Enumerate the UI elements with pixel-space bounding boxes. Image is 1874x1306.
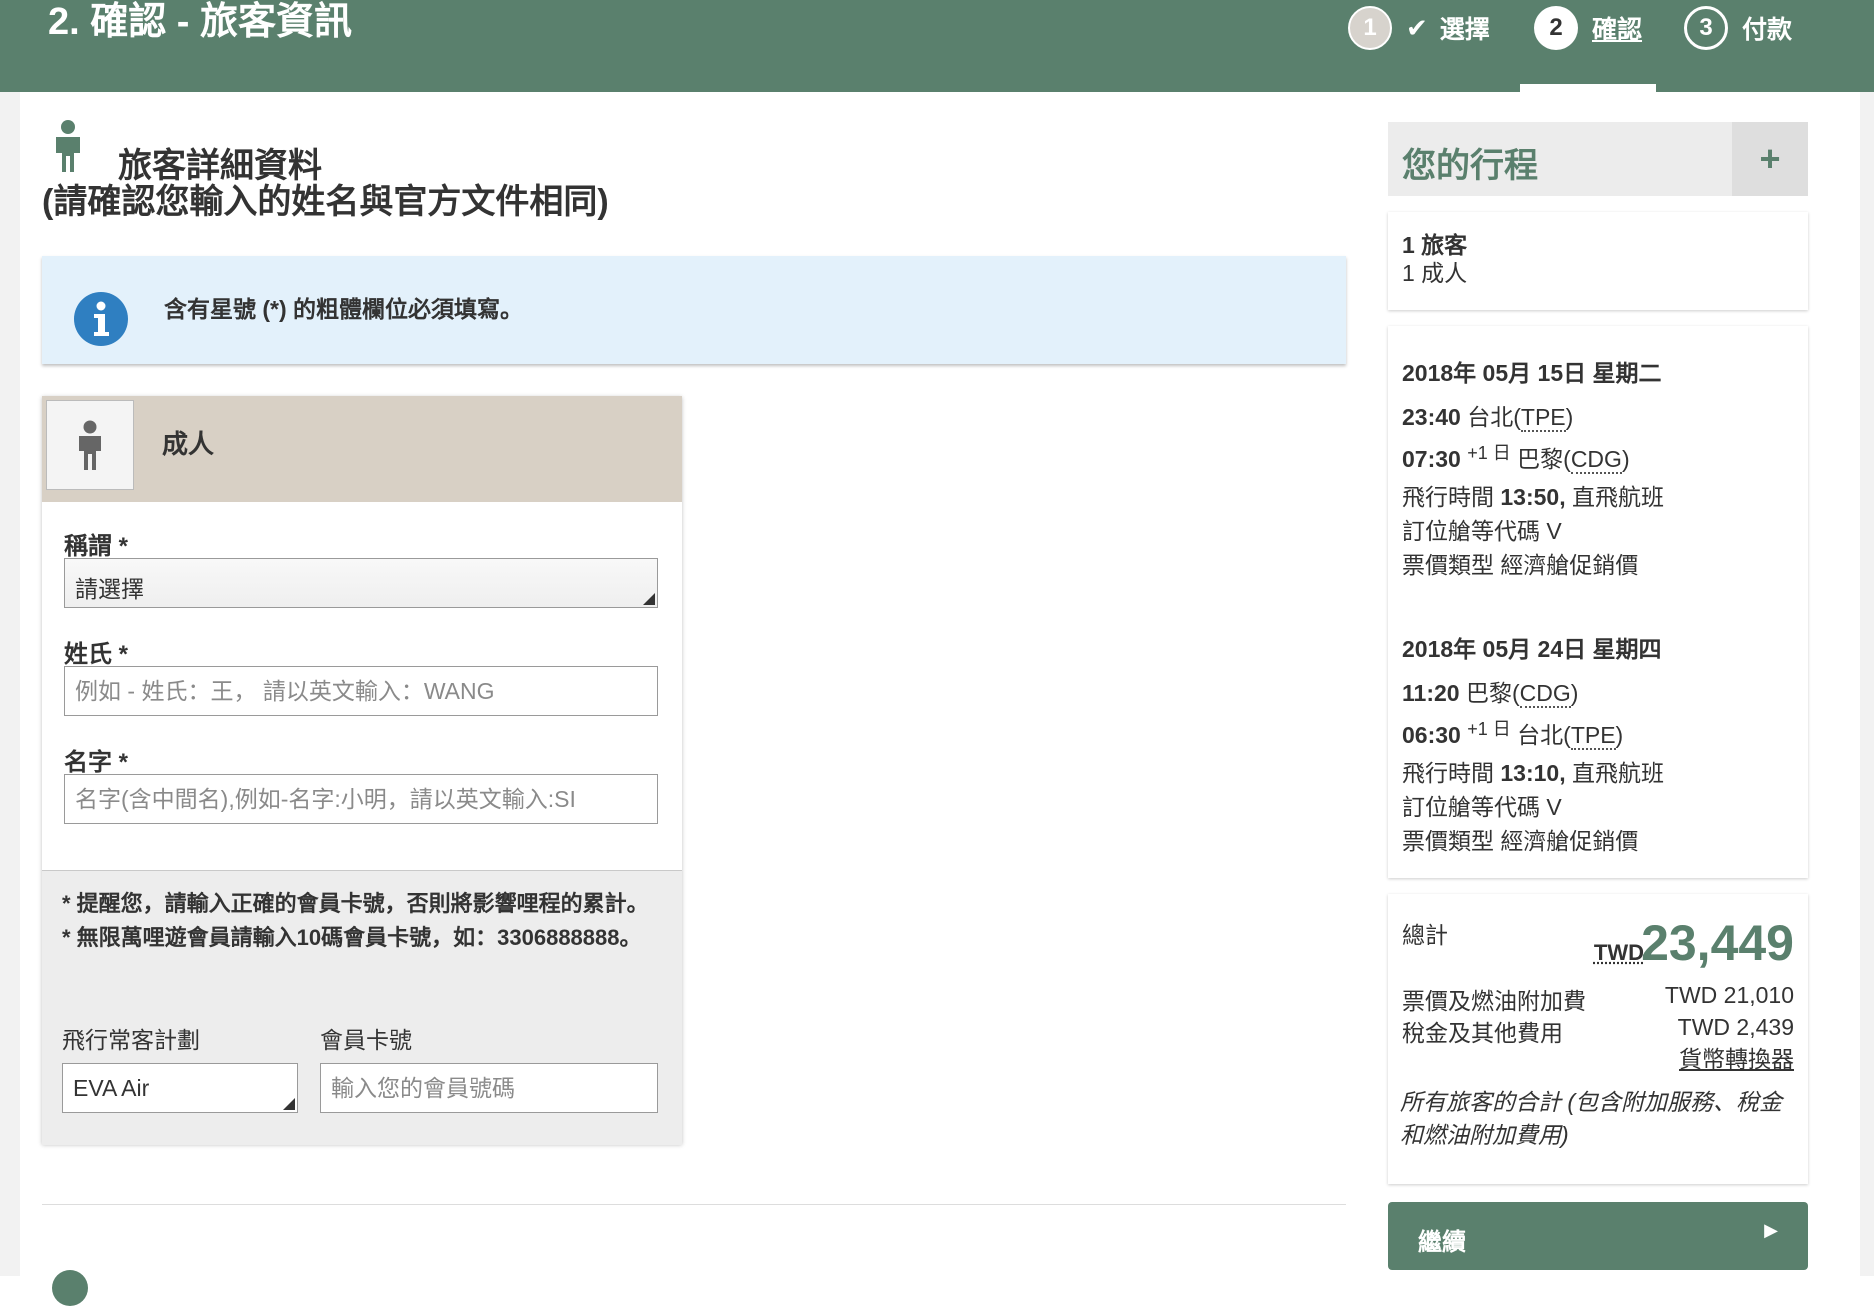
inbound-flight-type: 直飛航班 <box>1565 760 1664 786</box>
continue-label: 繼續 <box>1418 1229 1466 1256</box>
lastname-label: 姓氏 * <box>64 641 129 668</box>
total-amount: 23,449 <box>1641 915 1794 971</box>
inbound-fare-type: 票價類型 經濟艙促銷價 <box>1402 828 1639 854</box>
outbound-duration-value: 13:50, <box>1500 484 1566 510</box>
frequent-flyer-section: * 提醒您，請輸入正確的會員卡號，否則將影響哩程的累計。 * 無限萬哩遊會員請輸… <box>42 870 682 1145</box>
outbound-dep-code: TPE <box>1520 404 1566 432</box>
inbound-duration: 飛行時間 13:10, 直飛航班 <box>1402 754 1664 788</box>
next-section-icon <box>52 1270 88 1306</box>
inbound-date: 2018年 05月 24日 星期四 <box>1402 636 1662 662</box>
flight-details: 2018年 05月 15日 星期二 23:40 台北(TPE) 07:30 +1… <box>1388 326 1808 878</box>
page-margin-right <box>1860 92 1874 1276</box>
fare-value: TWD 21,010 <box>1664 982 1794 1008</box>
step-payment[interactable]: 3 付款 <box>1684 4 1792 52</box>
page-title: 2. 確認 - 旅客資訊 <box>48 1 353 43</box>
firstname-label: 名字 * <box>64 749 129 776</box>
total-label: 總計 <box>1402 922 1448 948</box>
itinerary-title: 您的行程 <box>1402 147 1538 185</box>
header-bar: 2. 確認 - 旅客資訊 1 ✔ 選擇 2 確認 3 付款 <box>0 0 1874 92</box>
title-label: 稱謂 * <box>64 533 129 560</box>
passenger-avatar <box>46 400 134 490</box>
inbound-arr-time: 06:30 <box>1402 722 1461 748</box>
ffp-number-label: 會員卡號 <box>320 1027 412 1053</box>
total-currency: TWD <box>1593 940 1644 965</box>
outbound-arr-time: 07:30 <box>1402 446 1461 472</box>
inbound-departure: 11:20 巴黎(CDG) <box>1402 680 1579 708</box>
step-select[interactable]: 1 ✔ 選擇 <box>1348 4 1490 52</box>
inbound-arrival: 06:30 +1 日 台北(TPE) <box>1402 719 1624 750</box>
passenger-summary: 1 旅客 1 成人 <box>1388 212 1808 310</box>
step-2-number: 2 <box>1534 6 1578 50</box>
active-step-indicator <box>1520 84 1656 92</box>
pax-detail: 1 成人 <box>1402 260 1468 286</box>
person-icon <box>52 120 84 177</box>
currency-converter-link[interactable]: 貨幣轉換器 <box>1679 1040 1794 1074</box>
total-note: 所有旅客的合計 (包含附加服務、稅金和燃油附加費用) <box>1400 1089 1783 1148</box>
fare-label: 票價及燃油附加費 <box>1402 988 1586 1014</box>
select-arrow-icon <box>643 593 655 605</box>
title-select[interactable]: 請選擇 <box>64 558 658 608</box>
inbound-dep-city: 巴黎( <box>1465 680 1520 706</box>
outbound-arr-code: CDG <box>1570 446 1622 474</box>
expand-plus-icon[interactable]: + <box>1732 122 1808 196</box>
outbound-arr-offset: +1 日 <box>1467 443 1511 463</box>
ffp-program-value: EVA Air <box>73 1075 150 1101</box>
step-3-label: 付款 <box>1742 16 1793 44</box>
outbound-arrival: 07:30 +1 日 巴黎(CDG) <box>1402 443 1630 474</box>
outbound-date: 2018年 05月 15日 星期二 <box>1402 360 1662 386</box>
inbound-arr-offset: +1 日 <box>1467 719 1511 739</box>
page-margin-left <box>0 92 20 1276</box>
inbound-dep-time: 11:20 <box>1402 680 1460 706</box>
outbound-dep-city: 台北( <box>1467 404 1521 430</box>
ffp-number-input[interactable] <box>320 1063 658 1113</box>
info-icon <box>72 290 130 353</box>
price-summary: 總計 TWD 23,449 票價及燃油附加費 TWD 21,010 稅金及其他費… <box>1388 894 1808 1184</box>
check-icon: ✔ <box>1406 12 1428 43</box>
passenger-type: 成人 <box>162 429 215 459</box>
chevron-right-icon: ▶ <box>1764 1220 1778 1240</box>
step-confirm[interactable]: 2 確認 <box>1534 4 1642 52</box>
passenger-card: 成人 稱謂 * 請選擇 姓氏 * 名字 * * 提醒您，請輸入正確的會員卡號，否… <box>42 396 682 1145</box>
required-info-box: 含有星號 (*) 的粗體欄位必須填寫。 <box>42 256 1346 364</box>
step-2-label: 確認 <box>1592 16 1643 44</box>
inbound-booking-class: 訂位艙等代碼 V <box>1402 794 1562 820</box>
outbound-fare-type: 票價類型 經濟艙促銷價 <box>1402 552 1639 578</box>
itinerary-header: 您的行程 + <box>1388 122 1808 196</box>
inbound-arr-city: 台北( <box>1517 722 1571 748</box>
inbound-dep-code: CDG <box>1519 680 1571 708</box>
inbound-duration-label: 飛行時間 <box>1402 760 1501 786</box>
outbound-duration-label: 飛行時間 <box>1402 484 1501 510</box>
ffp-program-label: 飛行常客計劃 <box>62 1027 200 1053</box>
inbound-arr-code: TPE <box>1570 722 1616 750</box>
continue-button[interactable]: 繼續 ▶ <box>1388 1202 1808 1270</box>
title-select-value: 請選擇 <box>75 576 144 602</box>
select-arrow-icon <box>283 1098 295 1110</box>
section-subtitle: (請確認您輸入的姓名與官方文件相同) <box>42 183 609 221</box>
outbound-arr-city: 巴黎( <box>1517 446 1571 472</box>
tax-value: TWD 2,439 <box>1677 1014 1794 1040</box>
step-1-number: 1 <box>1348 6 1392 50</box>
outbound-booking-class: 訂位艙等代碼 V <box>1402 518 1562 544</box>
passenger-card-header: 成人 <box>42 396 682 502</box>
inbound-duration-value: 13:10, <box>1500 760 1566 786</box>
required-info-text: 含有星號 (*) 的粗體欄位必須填寫。 <box>164 296 524 322</box>
outbound-departure: 23:40 台北(TPE) <box>1402 404 1574 432</box>
step-1-label: 選擇 <box>1439 16 1490 44</box>
firstname-input[interactable] <box>64 774 658 824</box>
outbound-dep-time: 23:40 <box>1402 404 1461 430</box>
tax-label: 稅金及其他費用 <box>1402 1020 1563 1046</box>
step-3-number: 3 <box>1684 6 1728 50</box>
frequent-flyer-note: * 提醒您，請輸入正確的會員卡號，否則將影響哩程的累計。 * 無限萬哩遊會員請輸… <box>62 891 649 950</box>
ffp-program-select[interactable]: EVA Air <box>62 1063 298 1113</box>
outbound-flight-type: 直飛航班 <box>1565 484 1664 510</box>
section-divider <box>42 1204 1346 1205</box>
outbound-duration: 飛行時間 13:50, 直飛航班 <box>1402 478 1664 512</box>
lastname-input[interactable] <box>64 666 658 716</box>
